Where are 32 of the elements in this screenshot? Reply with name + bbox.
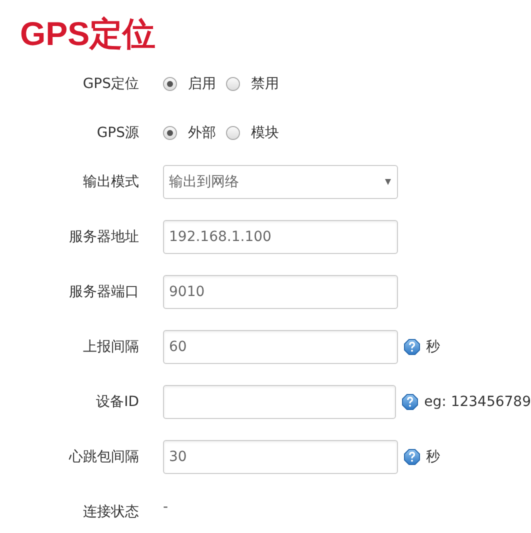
radio-option[interactable]: 启用: [163, 75, 216, 93]
field-label: GPS定位: [82, 75, 139, 93]
help-icon[interactable]: [402, 394, 418, 410]
field-hint: eg: 123456789: [424, 394, 531, 410]
output-mode-select[interactable]: 输出到网络: [163, 165, 398, 199]
radio-option[interactable]: 模块: [226, 124, 279, 142]
input-field[interactable]: 9010: [163, 275, 398, 309]
input-field[interactable]: 60: [163, 330, 398, 364]
help-icon[interactable]: [404, 339, 420, 355]
caret-icon: [385, 179, 391, 185]
page-title: GPS定位: [20, 14, 156, 54]
field-label: 心跳包间隔: [68, 448, 139, 466]
input-field[interactable]: [163, 385, 396, 419]
status-value: -: [163, 499, 168, 515]
field-hint: 秒: [426, 448, 440, 466]
radio-option[interactable]: 外部: [163, 124, 216, 142]
radio-icon[interactable]: [163, 77, 177, 91]
radio-icon[interactable]: [163, 126, 177, 140]
radio-icon[interactable]: [226, 126, 240, 140]
field-label: 上报间隔: [82, 338, 139, 356]
field-label: 输出模式: [82, 173, 139, 191]
radio-option[interactable]: 禁用: [226, 75, 279, 93]
help-icon[interactable]: [404, 449, 420, 465]
field-label: 服务器地址: [68, 228, 139, 246]
radio-icon[interactable]: [226, 77, 240, 91]
input-field[interactable]: 192.168.1.100: [163, 220, 398, 254]
input-field[interactable]: 30: [163, 440, 398, 474]
field-hint: 秒: [426, 338, 440, 356]
field-label: 连接状态: [82, 503, 139, 521]
field-label: 服务器端口: [68, 283, 139, 301]
field-label: 设备ID: [95, 393, 139, 411]
field-label: GPS源: [96, 124, 139, 142]
